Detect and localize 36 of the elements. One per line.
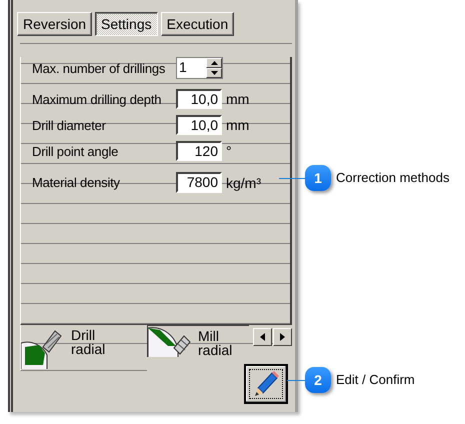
edit-button[interactable]	[244, 364, 288, 404]
input-field[interactable]: 7800	[176, 172, 222, 193]
unit-label: mm	[226, 117, 250, 133]
callout-text: Correction methods	[336, 170, 450, 185]
tab[interactable]: Execution	[160, 12, 234, 36]
right-arrow-icon	[280, 333, 285, 341]
mill-tool-icon	[148, 326, 192, 357]
callout-badge: 2	[305, 367, 331, 393]
input-field[interactable]: 10,0	[176, 115, 222, 135]
input-field[interactable]: 120	[176, 141, 222, 161]
field-label: Drill point angle	[32, 144, 120, 158]
spin-down-button[interactable]	[206, 68, 222, 78]
leader-line	[287, 380, 305, 381]
spin-field[interactable]: 1	[176, 57, 223, 79]
field-label: Maximum drilling depth	[32, 92, 162, 106]
scroll-left-button[interactable]	[253, 328, 272, 346]
tab[interactable]: Reversion	[17, 12, 92, 36]
spin-up-button[interactable]	[206, 58, 222, 68]
up-arrow-icon	[210, 61, 218, 65]
field-label: Max. number of drillings	[32, 60, 166, 76]
field-label: Drill diameter	[32, 118, 107, 132]
left-arrow-icon	[260, 333, 265, 341]
unit-label: mm	[226, 91, 250, 107]
field-label: Material density	[32, 175, 121, 190]
scroll-right-button[interactable]	[273, 328, 292, 346]
unit-label: °	[226, 143, 232, 159]
callout-badge: 1	[305, 165, 331, 191]
callout-text: Edit / Confirm	[336, 372, 415, 387]
tab[interactable]: Settings	[95, 12, 158, 36]
down-arrow-icon	[210, 71, 218, 75]
input-field[interactable]: 10,0	[176, 89, 222, 109]
tool-tab[interactable]: Drill radial	[20, 325, 147, 371]
tool-tab[interactable]: Mill radial	[147, 325, 249, 357]
pencil-icon	[252, 370, 280, 398]
leader-line	[279, 178, 305, 179]
unit-label: kg/m³	[226, 174, 261, 190]
